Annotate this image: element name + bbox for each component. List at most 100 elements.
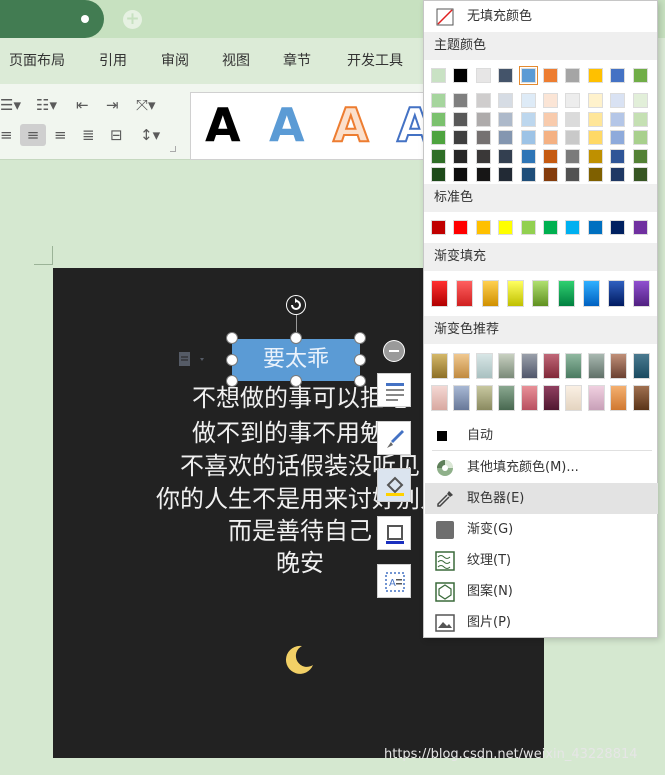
theme-shade-swatch[interactable]	[453, 111, 469, 127]
theme-shade-swatch[interactable]	[543, 130, 558, 145]
numbered-list-icon[interactable]: ☷▾	[36, 96, 57, 114]
gradient-recommend-swatch[interactable]	[632, 353, 650, 379]
theme-shade-swatch[interactable]	[520, 130, 536, 145]
gradient-recommend-swatch[interactable]	[543, 385, 560, 411]
gradient-recommend-swatch[interactable]	[565, 385, 583, 411]
standard-color-swatch[interactable]	[520, 220, 536, 235]
theme-shade-swatch[interactable]	[453, 167, 469, 182]
theme-shade-swatch[interactable]	[498, 130, 514, 145]
align-left-icon[interactable]: ≡	[0, 126, 13, 144]
theme-shade-swatch[interactable]	[632, 167, 648, 182]
theme-shade-swatch[interactable]	[520, 111, 536, 127]
standard-color-swatch[interactable]	[475, 220, 491, 235]
resize-handle[interactable]	[226, 354, 238, 366]
theme-shade-swatch[interactable]	[498, 167, 514, 182]
wordart-style-blue[interactable]: A	[269, 99, 305, 151]
gradient-recommend-swatch[interactable]	[632, 385, 650, 411]
justify-icon[interactable]: ≣	[82, 126, 95, 144]
theme-color-swatch[interactable]	[518, 66, 538, 85]
theme-shade-swatch[interactable]	[610, 167, 626, 182]
increase-indent-icon[interactable]: ⇥	[106, 96, 119, 114]
theme-shade-swatch[interactable]	[565, 148, 581, 164]
theme-shade-swatch[interactable]	[498, 148, 514, 164]
theme-shade-swatch[interactable]	[453, 130, 469, 145]
theme-shade-swatch[interactable]	[431, 111, 446, 127]
menu-section[interactable]: 章节	[283, 52, 311, 70]
collapse-icon[interactable]	[383, 340, 405, 362]
wordart-style-orange-outline[interactable]: A	[332, 98, 370, 152]
align-right-icon[interactable]: ≡	[54, 126, 67, 144]
theme-shade-swatch[interactable]	[475, 111, 491, 127]
fill-button[interactable]	[377, 468, 411, 502]
distribute-icon[interactable]: ⊟	[110, 126, 123, 144]
theme-shade-swatch[interactable]	[498, 93, 514, 108]
menu-references[interactable]: 引用	[99, 52, 127, 70]
gradient-fill-swatch[interactable]	[557, 280, 575, 307]
standard-color-swatch[interactable]	[632, 220, 648, 235]
no-fill-option[interactable]: 无填充颜色	[425, 3, 658, 31]
theme-shade-swatch[interactable]	[475, 93, 491, 108]
theme-shade-swatch[interactable]	[632, 93, 648, 108]
theme-shade-swatch[interactable]	[610, 148, 626, 164]
gradient-fill-swatch[interactable]	[532, 280, 550, 307]
theme-color-swatch[interactable]	[453, 68, 469, 83]
standard-color-swatch[interactable]	[431, 220, 446, 235]
theme-color-swatch[interactable]	[431, 68, 446, 83]
theme-shade-swatch[interactable]	[431, 130, 446, 145]
standard-color-swatch[interactable]	[565, 220, 581, 235]
menu-developer[interactable]: 开发工具	[347, 52, 403, 70]
resize-handle[interactable]	[226, 332, 238, 344]
gradient-recommend-swatch[interactable]	[498, 385, 516, 411]
standard-color-swatch[interactable]	[498, 220, 514, 235]
theme-shade-swatch[interactable]	[543, 111, 558, 127]
gradient-fill-swatch[interactable]	[481, 280, 499, 307]
eyedropper-option[interactable]: 取色器(E)	[425, 483, 658, 514]
theme-shade-swatch[interactable]	[520, 93, 536, 108]
standard-color-swatch[interactable]	[587, 220, 603, 235]
theme-color-swatch[interactable]	[543, 68, 558, 83]
menu-view[interactable]: 视图	[222, 52, 250, 70]
theme-shade-swatch[interactable]	[543, 167, 558, 182]
theme-shade-swatch[interactable]	[543, 93, 558, 108]
outline-button[interactable]	[377, 516, 411, 550]
gradient-recommend-swatch[interactable]	[431, 353, 448, 379]
theme-shade-swatch[interactable]	[453, 93, 469, 108]
theme-shade-swatch[interactable]	[543, 148, 558, 164]
pattern-option[interactable]: 图案(N)	[425, 576, 658, 607]
gradient-recommend-swatch[interactable]	[498, 353, 516, 379]
theme-color-swatch[interactable]	[475, 68, 491, 83]
theme-shade-swatch[interactable]	[431, 93, 446, 108]
gradient-recommend-swatch[interactable]	[520, 385, 538, 411]
wordart-style-black[interactable]: A	[205, 99, 241, 151]
anchor-menu-icon[interactable]	[178, 351, 206, 367]
more-fill-colors-option[interactable]: 其他填充颜色(M)...	[425, 452, 658, 483]
standard-color-swatch[interactable]	[543, 220, 558, 235]
theme-shade-swatch[interactable]	[587, 111, 603, 127]
gradient-recommend-swatch[interactable]	[431, 385, 448, 411]
theme-shade-swatch[interactable]	[587, 148, 603, 164]
picture-option[interactable]: 图片(P)	[425, 607, 658, 638]
standard-color-swatch[interactable]	[610, 220, 626, 235]
texture-option[interactable]: 纹理(T)	[425, 545, 658, 576]
theme-shade-swatch[interactable]	[587, 93, 603, 108]
gradient-fill-swatch[interactable]	[431, 280, 448, 307]
theme-shade-swatch[interactable]	[587, 130, 603, 145]
gradient-fill-swatch[interactable]	[456, 280, 474, 307]
theme-color-swatch[interactable]	[632, 68, 648, 83]
gradient-recommend-swatch[interactable]	[453, 353, 471, 379]
theme-shade-swatch[interactable]	[475, 167, 491, 182]
theme-shade-swatch[interactable]	[610, 130, 626, 145]
paragraph-dialog-launcher[interactable]	[170, 146, 176, 152]
gradient-fill-swatch[interactable]	[608, 280, 626, 307]
theme-shade-swatch[interactable]	[632, 130, 648, 145]
theme-shade-swatch[interactable]	[453, 148, 469, 164]
gradient-option[interactable]: 渐变(G)	[425, 514, 658, 545]
theme-shade-swatch[interactable]	[475, 148, 491, 164]
gradient-recommend-swatch[interactable]	[610, 353, 628, 379]
theme-shade-swatch[interactable]	[565, 111, 581, 127]
standard-color-swatch[interactable]	[453, 220, 469, 235]
resize-handle[interactable]	[354, 332, 366, 344]
align-center-icon[interactable]: ≡	[20, 124, 46, 146]
gradient-fill-swatch[interactable]	[633, 280, 651, 307]
theme-color-swatch[interactable]	[587, 68, 603, 83]
